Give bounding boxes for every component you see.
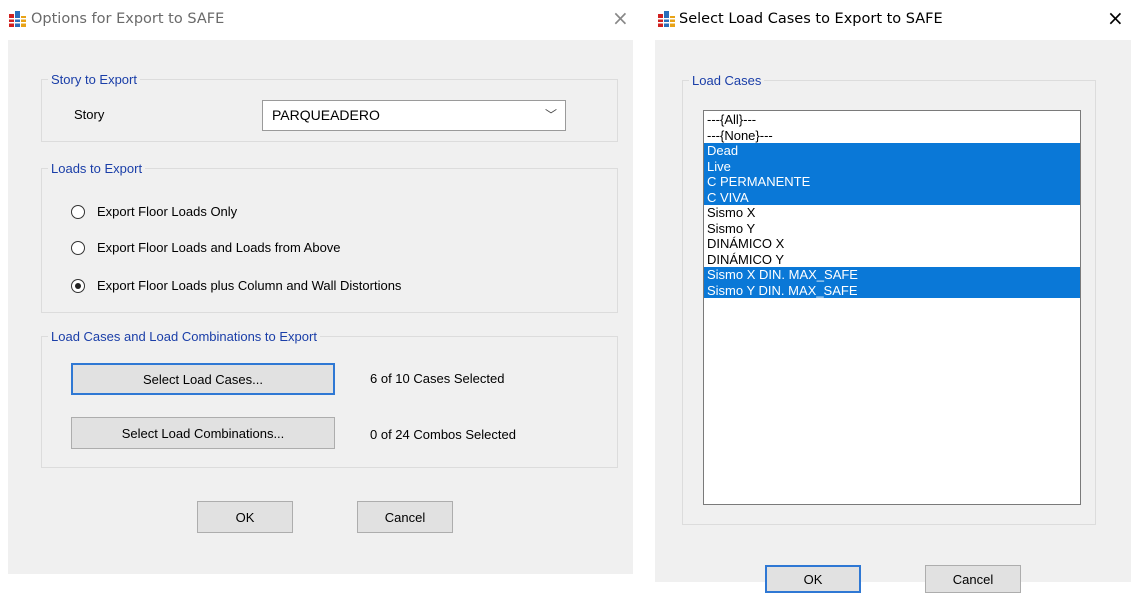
dialog-body: Load Cases ---{All}--- ---{None}--- Dead Li…	[655, 40, 1131, 593]
export-options-dialog: Options for Export to SAFE × Story to Ex…	[0, 0, 641, 582]
title-bar[interactable]: Options for Export to SAFE ×	[0, 0, 641, 40]
load-cases-list: ---{All}--- ---{None}--- Dead Live C PERMANE…	[704, 111, 1080, 298]
loads-group-legend: Loads to Export	[51, 161, 143, 176]
cases-combos-group-legend: Load Cases and Load Combinations to Expo…	[51, 329, 317, 344]
story-dropdown-value: PARQUEADERO	[272, 107, 380, 123]
radio-selected-dot	[75, 283, 81, 289]
radio-label-floor-loads-only[interactable]: Export Floor Loads Only	[97, 204, 237, 219]
radio-label-floor-and-above[interactable]: Export Floor Loads and Loads from Above	[97, 240, 341, 255]
title-bar[interactable]: Select Load Cases to Export to SAFE ×	[646, 0, 1136, 40]
select-load-combinations-button[interactable]: Select Load Combinations...	[71, 417, 335, 449]
list-item[interactable]: Dead	[704, 143, 1080, 159]
load-cases-group-legend: Load Cases	[692, 73, 762, 88]
story-label: Story	[74, 107, 105, 122]
close-icon[interactable]: ×	[1107, 6, 1124, 30]
cancel-button[interactable]: Cancel	[357, 501, 453, 533]
select-load-cases-dialog: Select Load Cases to Export to SAFE × Lo…	[641, 0, 1136, 593]
ok-button[interactable]: OK	[197, 501, 293, 533]
radio-column-wall-distortions[interactable]	[71, 279, 85, 293]
close-icon[interactable]: ×	[612, 6, 629, 30]
window-title: Select Load Cases to Export to SAFE	[679, 11, 943, 27]
radio-label-column-wall-distortions[interactable]: Export Floor Loads plus Column and Wall …	[97, 278, 401, 293]
list-item[interactable]: C VIVA	[704, 189, 1080, 205]
select-load-cases-button[interactable]: Select Load Cases...	[71, 363, 335, 395]
radio-floor-and-above[interactable]	[71, 241, 85, 255]
dialog-body: Story to Export Story PARQUEADERO ﹀ Load…	[8, 40, 633, 574]
cancel-button[interactable]: Cancel	[925, 565, 1021, 593]
list-item[interactable]: C PERMANENTE	[704, 174, 1080, 190]
combos-selected-status: 0 of 24 Combos Selected	[370, 427, 516, 442]
story-group-legend: Story to Export	[51, 72, 137, 87]
window-title: Options for Export to SAFE	[31, 11, 225, 27]
radio-floor-loads-only[interactable]	[71, 205, 85, 219]
chevron-down-icon: ﹀	[544, 108, 557, 122]
list-item[interactable]: Sismo Y DIN. MAX_SAFE	[704, 282, 1080, 298]
story-dropdown[interactable]: PARQUEADERO ﹀	[262, 100, 566, 131]
list-item[interactable]: DINÁMICO X	[704, 236, 1080, 252]
window-gap	[641, 0, 646, 582]
list-item[interactable]: ---{All}---	[704, 112, 1080, 128]
list-item[interactable]: Sismo X	[704, 205, 1080, 221]
etabs-app-icon	[658, 11, 675, 27]
list-item[interactable]: Live	[704, 158, 1080, 174]
ok-button[interactable]: OK	[765, 565, 861, 593]
list-item[interactable]: Sismo Y	[704, 221, 1080, 237]
list-item[interactable]: ---{None}---	[704, 128, 1080, 144]
list-item[interactable]: Sismo X DIN. MAX_SAFE	[704, 267, 1080, 283]
etabs-app-icon	[9, 11, 26, 27]
load-cases-listbox[interactable]: ---{All}--- ---{None}--- Dead Live C PERMANE…	[703, 110, 1081, 505]
cases-selected-status: 6 of 10 Cases Selected	[370, 371, 505, 386]
list-item[interactable]: DINÁMICO Y	[704, 252, 1080, 268]
